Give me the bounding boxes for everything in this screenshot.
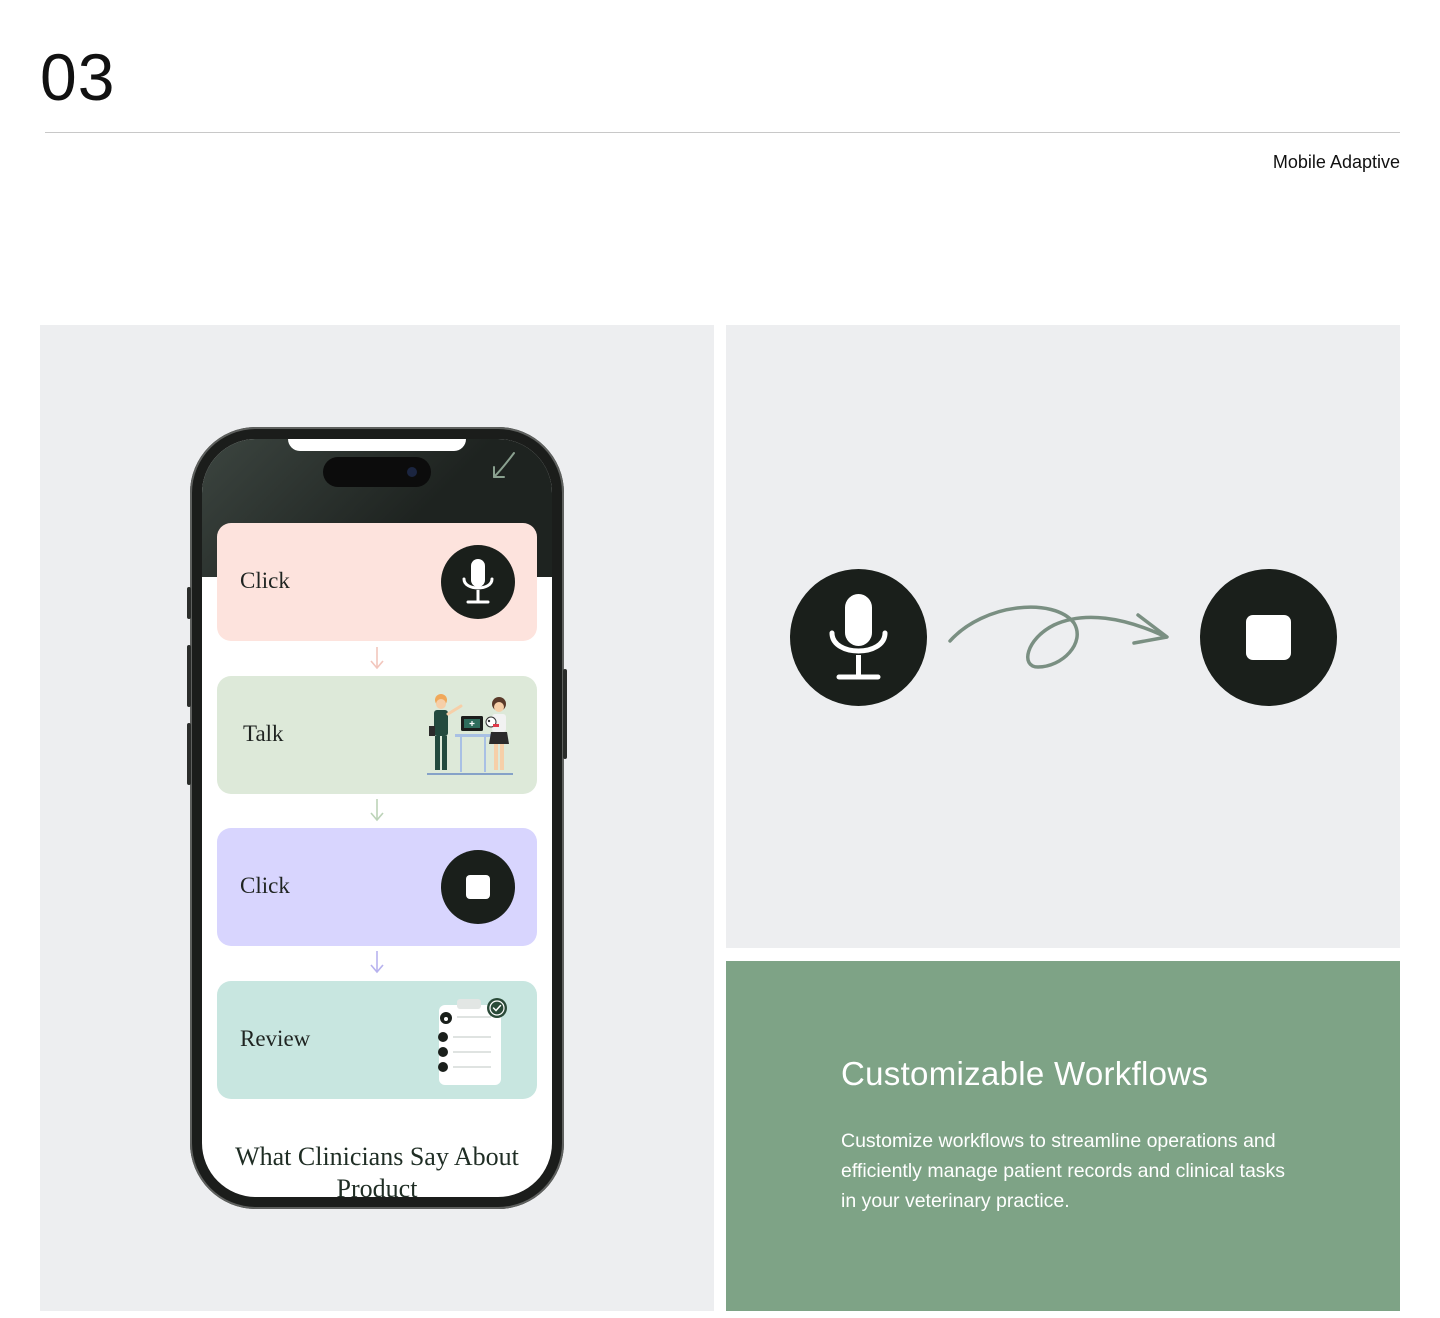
header-arrow-icon — [493, 452, 515, 478]
phone-volume-down — [187, 723, 191, 785]
phone-side-button — [187, 587, 191, 619]
feature-description: Customize workflows to streamline operat… — [841, 1130, 1286, 1212]
flow-stop-button — [1200, 569, 1337, 706]
clinician-illustration-icon — [427, 694, 513, 775]
section-tag: Mobile Adaptive — [1272, 152, 1400, 172]
step-card-label: Review — [240, 1026, 311, 1051]
flow-microphone-button — [790, 569, 927, 706]
step-card-label: Talk — [243, 721, 284, 746]
front-camera — [407, 467, 417, 477]
step-card-click-record[interactable]: Click — [217, 523, 537, 641]
dynamic-island — [323, 457, 431, 487]
section-divider — [45, 132, 1400, 133]
step-card-click-stop[interactable]: Click — [217, 828, 537, 946]
step-arrow-icon — [370, 799, 384, 822]
phone-volume-up — [187, 645, 191, 707]
curved-arrow-icon — [948, 605, 1169, 669]
feature-panel: Customizable Workflows Customize workflo… — [726, 961, 1400, 1311]
phone-screen: Click Talk Click Review What Clinicians … — [202, 439, 552, 1197]
section-number: 03 — [40, 40, 116, 114]
step-card-review[interactable]: Review — [217, 981, 537, 1099]
step-card-label: Click — [240, 568, 290, 593]
stop-button[interactable] — [441, 850, 515, 924]
step-arrow-icon — [370, 647, 384, 670]
microphone-icon — [829, 594, 888, 680]
top-notch-strip — [288, 439, 466, 451]
feature-title: Customizable Workflows — [841, 1055, 1209, 1092]
record-flow-panel — [726, 325, 1400, 948]
clinicians-title: What Clinicians Say About Product — [235, 1142, 519, 1197]
clipboard-checklist-icon — [438, 998, 507, 1085]
step-arrow-icon — [370, 951, 384, 974]
step-card-talk[interactable]: Talk — [217, 676, 537, 794]
phone-mockup: Click Talk Click Review What Clinicians … — [187, 427, 567, 1209]
microphone-icon — [462, 559, 494, 604]
step-card-label: Click — [240, 873, 290, 898]
stop-icon — [1246, 615, 1291, 660]
stop-icon — [466, 875, 490, 899]
phone-mockup-panel: Click Talk Click Review What Clinicians … — [40, 325, 714, 1311]
microphone-button[interactable] — [441, 545, 515, 619]
phone-power-button — [563, 669, 567, 759]
